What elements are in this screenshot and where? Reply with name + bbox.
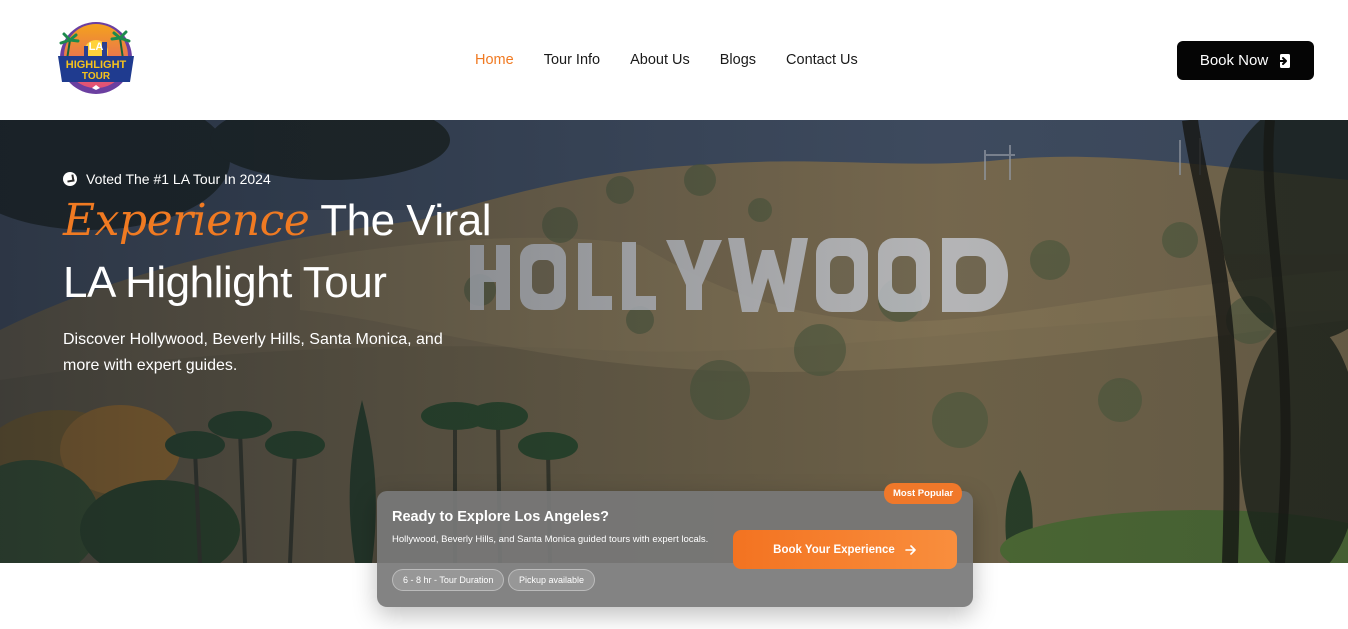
pickup-chip: Pickup available [508,569,596,591]
arrow-right-icon [905,544,916,555]
voted-badge: Voted The #1 LA Tour In 2024 [63,171,271,187]
main-nav: Home Tour Info About Us Blogs Contact Us [475,51,888,69]
nav-tour-info[interactable]: Tour Info [544,51,600,69]
booking-card-title: Ready to Explore Los Angeles? [392,509,610,525]
logo-text-highlight: HIGHLIGHT [66,59,127,71]
hero-subtitle: Discover Hollywood, Beverly Hills, Santa… [63,331,443,374]
booking-card: Most Popular Ready to Explore Los Angele… [377,483,973,607]
cta-label: Book Your Experience [773,543,895,556]
hero-title: Experience The Viral LA Highlight Tour [63,190,492,314]
booking-card-description: Hollywood, Beverly Hills, and Santa Moni… [392,534,709,545]
most-popular-badge: Most Popular [884,483,963,504]
nav-about-us[interactable]: About Us [630,51,690,69]
sign-in-icon [1277,53,1291,68]
check-circle-icon [63,172,77,186]
book-now-label: Book Now [1199,52,1269,69]
hero-title-line2: LA Highlight Tour [63,258,387,307]
nav-home[interactable]: Home [475,51,514,69]
book-your-experience-button[interactable]: Book Your Experience [733,530,957,569]
book-now-button[interactable]: Book Now [1177,41,1314,80]
site-header: LA HIGHLIGHT TOUR Home Tour Info About U… [0,0,1348,120]
hero-title-line1: The Viral [309,196,492,245]
nav-blogs[interactable]: Blogs [720,51,756,69]
logo-text-tour: TOUR [82,71,111,82]
logo-text-la: LA [89,41,104,53]
nav-contact-us[interactable]: Contact Us [786,51,858,69]
tour-duration-chip: 6 - 8 hr - Tour Duration [392,569,505,591]
voted-text: Voted The #1 LA Tour In 2024 [86,171,271,187]
site-logo[interactable]: LA HIGHLIGHT TOUR [52,20,140,96]
hero-title-script: Experience [63,195,310,246]
